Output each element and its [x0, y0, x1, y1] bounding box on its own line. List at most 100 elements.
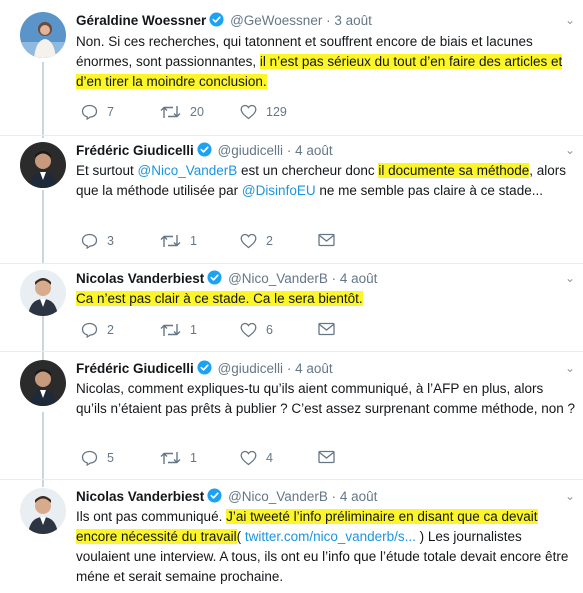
mention-link[interactable]: @DisinfoEU [242, 183, 316, 198]
retweet-count: 20 [190, 105, 204, 119]
tweet-nicolas-vanderbiest[interactable]: Nicolas Vanderbiest @Nico_VanderB · 4 ao… [0, 480, 583, 593]
like-count: 129 [266, 105, 287, 119]
tweet-geraldine-woessner[interactable]: Géraldine Woessner @GeWoessner · 3 août … [0, 0, 583, 136]
tweet-timestamp[interactable]: 4 août [295, 361, 333, 376]
tweet-header: Nicolas Vanderbiest @Nico_VanderB · 4 ao… [76, 488, 377, 506]
heart-icon [240, 322, 257, 338]
reply-count: 2 [107, 323, 114, 337]
heart-icon [240, 233, 257, 249]
user-handle[interactable]: @Nico_VanderB [228, 271, 328, 286]
heart-icon [240, 104, 257, 120]
reply-button[interactable]: 7 [81, 104, 114, 120]
tweet-header: Frédéric Giudicelli @giudicelli · 4 août [76, 142, 333, 160]
retweet-button[interactable]: 1 [160, 233, 197, 249]
avatar[interactable] [20, 12, 66, 58]
verified-badge-icon [197, 360, 212, 378]
tweet-text: Ca n’est pas clair à ce stade. Ca le ser… [76, 289, 576, 309]
tweet-text-part: Ils ont pas communiqué. [76, 509, 227, 524]
tweet-header: Géraldine Woessner @GeWoessner · 3 août [76, 12, 372, 30]
tweet-text: Nicolas, comment expliques-tu qu’ils aie… [76, 379, 576, 419]
avatar[interactable] [20, 270, 66, 316]
chevron-down-icon[interactable]: ⌄ [565, 361, 575, 375]
tweet-text: Ils ont pas communiqué. J’ai tweeté l’in… [76, 507, 576, 587]
envelope-icon [318, 450, 335, 464]
direct-message-button[interactable] [318, 450, 335, 464]
tweet-text-part: Nicolas, comment expliques-tu qu’ils aie… [76, 381, 576, 416]
retweet-count: 1 [190, 234, 197, 248]
retweet-icon [160, 106, 181, 118]
display-name[interactable]: Frédéric Giudicelli [76, 361, 194, 376]
verified-badge-icon [207, 270, 222, 288]
header-separator: · [286, 143, 292, 158]
tweet-timestamp[interactable]: 4 août [340, 489, 378, 504]
reply-count: 5 [107, 451, 114, 465]
tweet-timestamp[interactable]: 4 août [295, 143, 333, 158]
tweet-frederic-giudicelli[interactable]: Frédéric Giudicelli @giudicelli · 4 août… [0, 136, 583, 264]
direct-message-button[interactable] [318, 322, 335, 336]
like-button[interactable]: 6 [240, 322, 273, 338]
user-handle[interactable]: @Nico_VanderB [228, 489, 328, 504]
tweet-text-part: ne me semble pas claire à ce stade... [315, 183, 543, 198]
tweet-actions: 2 1 6 [76, 322, 376, 340]
tweet-text: Et surtout @Nico_VanderB est un chercheu… [76, 161, 576, 201]
avatar[interactable] [20, 488, 66, 534]
header-separator: · [286, 361, 292, 376]
envelope-icon [318, 322, 335, 336]
avatar[interactable] [20, 142, 66, 188]
chevron-down-icon[interactable]: ⌄ [565, 271, 575, 285]
tweet-text-part: ( [236, 529, 245, 544]
retweet-button[interactable]: 20 [160, 104, 204, 120]
chevron-down-icon[interactable]: ⌄ [565, 13, 575, 27]
tweet-nicolas-vanderbiest[interactable]: Nicolas Vanderbiest @Nico_VanderB · 4 ao… [0, 264, 583, 352]
tweet-text-part: est un chercheur donc [237, 163, 379, 178]
reply-button[interactable]: 3 [81, 233, 114, 249]
envelope-icon [318, 233, 335, 247]
user-handle[interactable]: @GeWoessner [230, 13, 322, 28]
highlighted-text: il documente sa méthode [378, 163, 530, 178]
verified-badge-icon [209, 12, 224, 30]
retweet-icon [160, 235, 181, 247]
tweet-header: Nicolas Vanderbiest @Nico_VanderB · 4 ao… [76, 270, 377, 288]
tweet-timestamp[interactable]: 4 août [340, 271, 378, 286]
retweet-button[interactable]: 1 [160, 450, 197, 466]
like-count: 2 [266, 234, 273, 248]
like-button[interactable]: 4 [240, 450, 273, 466]
direct-message-button[interactable] [318, 233, 335, 247]
retweet-count: 1 [190, 323, 197, 337]
like-button[interactable]: 2 [240, 233, 273, 249]
reply-button[interactable]: 5 [81, 450, 114, 466]
retweet-count: 1 [190, 451, 197, 465]
user-handle[interactable]: @giudicelli [218, 361, 283, 376]
tweet-link[interactable]: twitter.com/nico_vanderb/s... [245, 529, 416, 544]
tweet-timestamp[interactable]: 3 août [334, 13, 372, 28]
mention-link[interactable]: @Nico_VanderB [138, 163, 238, 178]
reply-icon [81, 233, 98, 249]
retweet-button[interactable]: 1 [160, 322, 197, 338]
heart-icon [240, 450, 257, 466]
display-name[interactable]: Nicolas Vanderbiest [76, 489, 204, 504]
display-name[interactable]: Frédéric Giudicelli [76, 143, 194, 158]
like-button[interactable]: 129 [240, 104, 287, 120]
user-handle[interactable]: @giudicelli [218, 143, 283, 158]
reply-button[interactable]: 2 [81, 322, 114, 338]
display-name[interactable]: Géraldine Woessner [76, 13, 206, 28]
retweet-icon [160, 452, 181, 464]
verified-badge-icon [207, 488, 222, 506]
chevron-down-icon[interactable]: ⌄ [565, 489, 575, 503]
tweet-actions: 3 1 2 [76, 233, 376, 251]
like-count: 6 [266, 323, 273, 337]
reply-icon [81, 322, 98, 338]
chevron-down-icon[interactable]: ⌄ [565, 143, 575, 157]
header-separator: · [326, 13, 331, 28]
reply-icon [81, 104, 98, 120]
highlighted-text: Ca n’est pas clair à ce stade. Ca le ser… [76, 291, 363, 306]
reply-icon [81, 450, 98, 466]
retweet-icon [160, 324, 181, 336]
like-count: 4 [266, 451, 273, 465]
tweet-frederic-giudicelli[interactable]: Frédéric Giudicelli @giudicelli · 4 août… [0, 352, 583, 480]
tweet-text: Non. Si ces recherches, qui tatonnent et… [76, 32, 576, 92]
avatar[interactable] [20, 360, 66, 406]
verified-badge-icon [197, 142, 212, 160]
reply-count: 7 [107, 105, 114, 119]
display-name[interactable]: Nicolas Vanderbiest [76, 271, 204, 286]
